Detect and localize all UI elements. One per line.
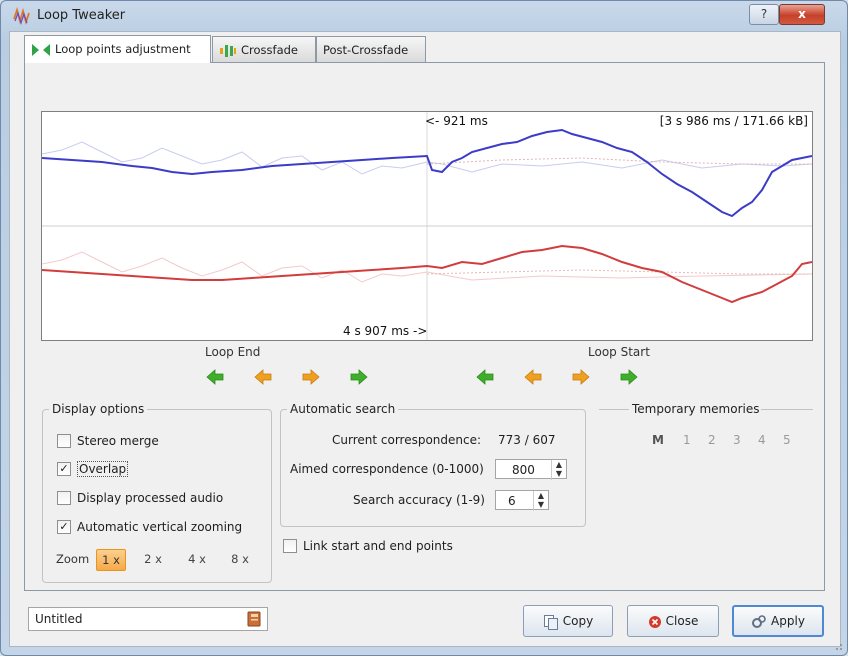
spin-buttons[interactable]: ▲ ▼	[533, 491, 548, 511]
tab-label: Loop points adjustment	[55, 42, 191, 56]
loop-start-move-right-fast-button[interactable]	[620, 368, 638, 386]
memory-slot-5[interactable]: 5	[783, 433, 791, 447]
overlap-checkbox[interactable]: ✓ Overlap	[57, 461, 129, 477]
search-accuracy-value: 6	[508, 494, 516, 508]
memory-slot-4[interactable]: 4	[758, 433, 766, 447]
checkbox-box[interactable]	[57, 490, 71, 505]
automatic-search-title: Automatic search	[287, 402, 399, 416]
stereo-merge-checkbox[interactable]: Stereo merge	[57, 433, 159, 449]
memory-slot-3[interactable]: 3	[733, 433, 741, 447]
tab-crossfade[interactable]: Crossfade	[212, 36, 316, 62]
checkbox-box[interactable]	[283, 538, 297, 553]
loop-start-move-right-button[interactable]	[572, 368, 590, 386]
orange-left-arrow-icon	[524, 369, 542, 385]
checkbox-label: Link start and end points	[303, 539, 453, 553]
memories-divider-left	[599, 409, 629, 410]
orange-right-arrow-icon	[302, 369, 320, 385]
memories-divider-right	[761, 409, 813, 410]
memory-slot-m[interactable]: M	[652, 433, 664, 447]
waveform-graph	[42, 112, 812, 340]
window-title: Loop Tweaker	[37, 8, 126, 23]
search-accuracy-spinbox[interactable]: 6 ▲ ▼	[495, 490, 549, 511]
orange-right-arrow-icon	[572, 369, 590, 385]
preset-name-value: Untitled	[35, 612, 83, 626]
apply-label: Apply	[771, 614, 805, 628]
loop-start-move-left-button[interactable]	[524, 368, 542, 386]
waveform-view[interactable]: <- 921 ms [3 s 986 ms / 171.66 kB] 4 s 9…	[41, 111, 813, 341]
gears-icon	[752, 614, 766, 628]
apply-button[interactable]: Apply	[732, 605, 824, 637]
loop-end-move-left-button[interactable]	[254, 368, 272, 386]
aimed-correspondence-value: 800	[512, 463, 535, 477]
spin-up-icon[interactable]: ▲	[552, 460, 566, 469]
green-right-arrow-icon	[350, 369, 368, 385]
spin-up-icon[interactable]: ▲	[534, 491, 548, 500]
tab-label: Crossfade	[241, 43, 298, 57]
preset-book-icon[interactable]	[247, 611, 261, 627]
loop-end-label: Loop End	[205, 345, 261, 359]
orange-left-arrow-icon	[254, 369, 272, 385]
waveform-app-icon	[13, 7, 30, 25]
tab-label: Post-Crossfade	[323, 43, 409, 57]
close-circle-icon	[648, 615, 661, 628]
loop-end-move-right-button[interactable]	[302, 368, 320, 386]
title-bar[interactable]: Loop Tweaker ? x	[1, 1, 847, 31]
zoom-2x-button[interactable]: 2 x	[139, 549, 167, 569]
green-right-arrow-icon	[620, 369, 638, 385]
loop-start-label: Loop Start	[588, 345, 650, 359]
close-button[interactable]: Close	[627, 605, 719, 637]
memory-slot-2[interactable]: 2	[708, 433, 716, 447]
zoom-label: Zoom	[56, 552, 90, 566]
help-button[interactable]: ?	[749, 4, 779, 25]
checkbox-label: Display processed audio	[77, 491, 224, 505]
loop-tweaker-window: Loop Tweaker ? x Loop points adjustment …	[0, 0, 848, 656]
loop-end-move-right-fast-button[interactable]	[350, 368, 368, 386]
spin-down-icon[interactable]: ▼	[534, 500, 548, 509]
memory-slot-1[interactable]: 1	[683, 433, 691, 447]
crossfade-icon	[220, 44, 236, 57]
checkbox-label: Automatic vertical zooming	[77, 520, 243, 534]
automatic-vertical-zooming-checkbox[interactable]: ✓ Automatic vertical zooming	[57, 519, 242, 535]
green-left-arrow-icon	[476, 369, 494, 385]
display-processed-audio-checkbox[interactable]: Display processed audio	[57, 490, 223, 506]
link-start-end-points-checkbox[interactable]: Link start and end points	[283, 538, 453, 554]
preset-name-input[interactable]: Untitled	[28, 607, 268, 631]
zoom-8x-button[interactable]: 8 x	[226, 549, 254, 569]
current-correspondence-label: Current correspondence:	[332, 433, 482, 447]
aimed-correspondence-label: Aimed correspondence (0-1000)	[290, 462, 484, 476]
loop-start-move-left-fast-button[interactable]	[476, 368, 494, 386]
left-channel-dotted	[426, 157, 812, 165]
loop-end-move-left-fast-button[interactable]	[206, 368, 224, 386]
zoom-4x-button[interactable]: 4 x	[183, 549, 211, 569]
copy-button[interactable]: Copy	[523, 605, 613, 637]
temporary-memories-title: Temporary memories	[632, 402, 760, 416]
checkbox-box[interactable]	[57, 433, 71, 448]
right-channel-dotted	[426, 269, 812, 275]
current-correspondence-value: 773 / 607	[498, 433, 556, 447]
zoom-1x-button[interactable]: 1 x	[96, 549, 126, 571]
search-accuracy-label: Search accuracy (1-9)	[353, 493, 485, 507]
spin-down-icon[interactable]: ▼	[552, 469, 566, 478]
checkbox-label: Overlap	[77, 461, 129, 477]
copy-icon	[543, 614, 558, 630]
loop-start-offset-label: 4 s 907 ms ->	[343, 324, 428, 338]
window-close-button[interactable]: x	[779, 4, 825, 25]
loop-length-info: [3 s 986 ms / 171.66 kB]	[659, 114, 808, 128]
copy-label: Copy	[562, 614, 594, 628]
loop-end-offset-label: <- 921 ms	[425, 114, 488, 128]
green-left-arrow-icon	[206, 369, 224, 385]
spin-buttons[interactable]: ▲ ▼	[551, 460, 566, 480]
resize-grip-icon[interactable]	[833, 641, 843, 651]
aimed-correspondence-spinbox[interactable]: 800 ▲ ▼	[495, 459, 567, 480]
tab-loop-points-adjustment[interactable]: Loop points adjustment	[24, 35, 211, 63]
display-options-title: Display options	[49, 402, 148, 416]
checkbox-label: Stereo merge	[77, 434, 159, 448]
checkbox-box-checked[interactable]: ✓	[57, 461, 71, 476]
close-label: Close	[665, 614, 699, 628]
checkbox-box-checked[interactable]: ✓	[57, 519, 71, 534]
tab-post-crossfade[interactable]: Post-Crossfade	[316, 36, 426, 62]
loop-points-icon	[32, 43, 50, 56]
